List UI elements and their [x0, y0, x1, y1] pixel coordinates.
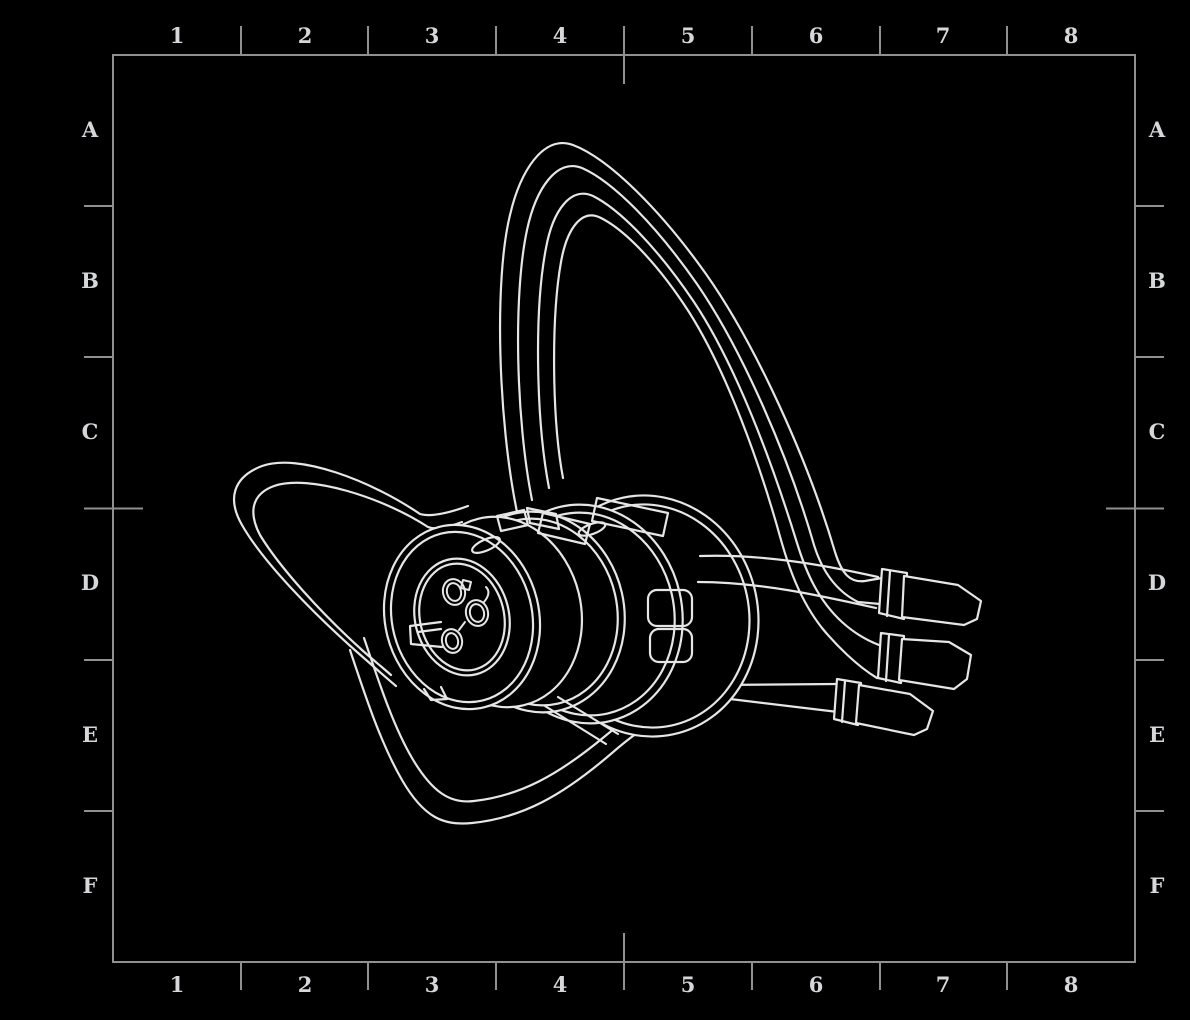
terminal-plugs	[834, 569, 981, 735]
zone-label-col8-bottom: 8	[1064, 972, 1079, 997]
zone-label-col4-bottom: 4	[553, 972, 568, 997]
zone-label-rowE-right: E	[1149, 722, 1165, 747]
zone-label-col1-bottom: 1	[170, 972, 185, 997]
zone-label-col7-bottom: 7	[936, 972, 951, 997]
zone-label-col5-bottom: 5	[681, 972, 696, 997]
zone-label-rowF-left: F	[83, 873, 98, 898]
zone-label-col1-top: 1	[170, 23, 185, 48]
terminal-plug-top	[879, 569, 981, 625]
zone-label-col5-top: 5	[681, 23, 696, 48]
zone-label-rowD-right: D	[1148, 570, 1166, 595]
zone-label-rowB-right: B	[1148, 268, 1166, 293]
zone-label-rowC-right: C	[1149, 419, 1166, 444]
zone-label-col3-bottom: 3	[425, 972, 440, 997]
technical-drawing: 1 2 3 4 5 6 7 8 1 2 3 4 5 6 7 8 A B C D …	[0, 0, 1190, 1020]
zone-label-col8-top: 8	[1064, 23, 1079, 48]
zone-label-col2-top: 2	[298, 23, 313, 48]
zone-label-rowD-left: D	[81, 570, 99, 595]
zone-label-rowA-right: A	[1148, 117, 1166, 142]
zone-label-col7-top: 7	[936, 23, 951, 48]
drawing-page: 1 2 3 4 5 6 7 8 1 2 3 4 5 6 7 8 A B C D …	[0, 0, 1190, 1020]
zone-label-rowC-left: C	[82, 419, 99, 444]
zone-label-rowB-left: B	[81, 268, 99, 293]
zone-label-col2-bottom: 2	[298, 972, 313, 997]
zone-label-col6-top: 6	[809, 23, 824, 48]
zone-label-rowF-right: F	[1150, 873, 1165, 898]
zone-label-col3-top: 3	[425, 23, 440, 48]
terminal-plug-middle	[878, 633, 971, 689]
zone-label-col4-top: 4	[553, 23, 568, 48]
zone-label-rowA-left: A	[81, 117, 99, 142]
headset-connector-figure	[234, 143, 981, 823]
zone-label-col6-bottom: 6	[809, 972, 824, 997]
zone-label-rowE-left: E	[82, 722, 98, 747]
terminal-plug-bottom	[834, 679, 933, 735]
